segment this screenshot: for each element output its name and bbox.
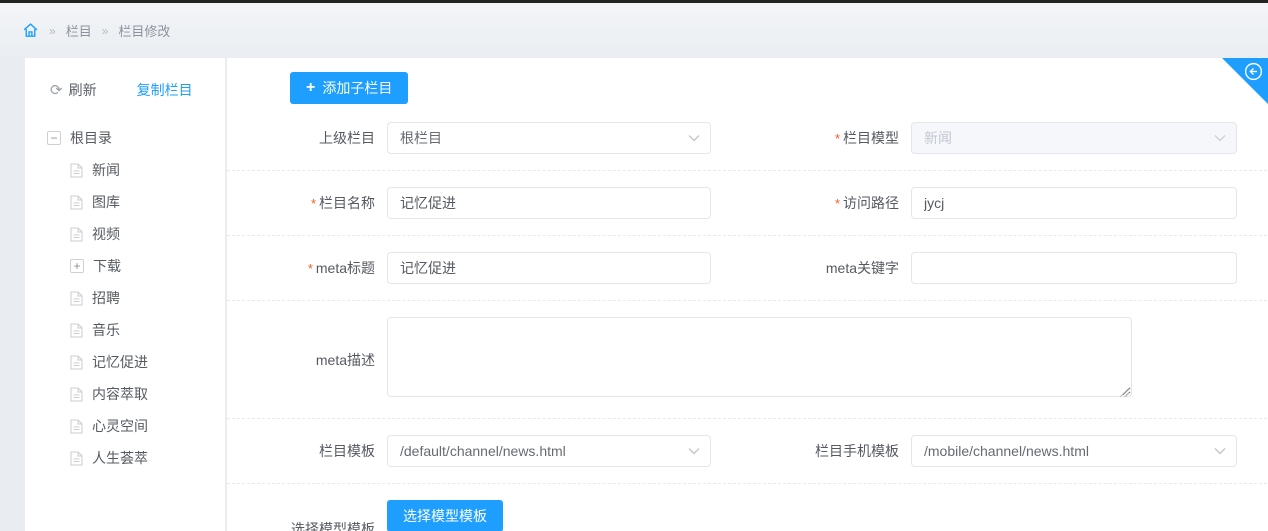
tree-item-label: 图库 — [92, 194, 120, 210]
tree-item-download[interactable]: + 下载 — [47, 250, 225, 282]
column-model-select-disabled: 新闻 — [911, 122, 1237, 154]
home-icon[interactable] — [22, 22, 39, 39]
collapse-left-arrow-icon[interactable] — [1243, 61, 1264, 87]
document-icon — [70, 451, 83, 466]
document-icon — [70, 163, 83, 178]
document-icon — [70, 323, 83, 338]
collapse-minus-icon[interactable]: − — [47, 131, 61, 145]
mobile-template-value: /mobile/channel/news.html — [924, 443, 1089, 459]
column-template-label: 栏目模板 — [319, 443, 375, 459]
tree-item-content[interactable]: 内容萃取 — [47, 378, 225, 410]
tree-item-label: 新闻 — [92, 162, 120, 178]
parent-column-label: 上级栏目 — [319, 130, 375, 146]
document-icon — [70, 227, 83, 242]
column-tree: − 根目录 新闻 图库 视频 + 下载 招聘 音乐 记忆促进 内容萃取 心灵空间… — [25, 106, 225, 474]
tree-item-music[interactable]: 音乐 — [47, 314, 225, 346]
column-edit-form-panel: + 添加子栏目 上级栏目 根栏目 * 栏目模型 新闻 * 栏目名称 记忆促进 *… — [227, 58, 1268, 531]
add-child-column-button[interactable]: + 添加子栏目 — [290, 72, 409, 104]
meta-description-textarea[interactable] — [387, 317, 1132, 397]
tree-item-life[interactable]: 人生荟萃 — [47, 442, 225, 474]
tree-item-label: 视频 — [92, 226, 120, 242]
breadcrumb-item-column-edit[interactable]: 栏目修改 — [118, 21, 170, 40]
model-template-label: 选择模型模板 — [291, 521, 375, 531]
tree-item-label: 招聘 — [92, 290, 120, 306]
access-path-label: * 访问路径 — [834, 195, 899, 211]
column-model-label: * 栏目模型 — [834, 130, 899, 146]
required-mark: * — [307, 261, 313, 276]
breadcrumb: » 栏目 » 栏目修改 — [0, 3, 1268, 58]
copy-column-button[interactable]: 复制栏目 — [137, 80, 193, 100]
add-child-column-label: 添加子栏目 — [322, 80, 393, 96]
tree-item-label: 记忆促进 — [92, 354, 148, 370]
required-mark: * — [310, 196, 316, 211]
document-icon — [70, 419, 83, 434]
tree-item-news[interactable]: 新闻 — [47, 154, 225, 186]
tree-item-label: 内容萃取 — [92, 386, 148, 402]
breadcrumb-item-column[interactable]: 栏目 — [66, 21, 92, 40]
tree-item-label: 音乐 — [92, 322, 120, 338]
meta-keywords-input[interactable] — [911, 252, 1237, 284]
column-tree-sidebar: ⟳ 刷新 复制栏目 − 根目录 新闻 图库 视频 + 下载 招聘 音乐 记忆促进… — [25, 58, 225, 531]
tree-item-label: 人生荟萃 — [92, 450, 148, 466]
tree-item-memory[interactable]: 记忆促进 — [47, 346, 225, 378]
parent-column-select[interactable]: 根栏目 — [387, 122, 711, 154]
chevron-down-icon — [1214, 447, 1226, 455]
expand-plus-icon[interactable]: + — [70, 259, 84, 273]
document-icon — [70, 195, 83, 210]
tree-item-video[interactable]: 视频 — [47, 218, 225, 250]
tree-item-gallery[interactable]: 图库 — [47, 186, 225, 218]
meta-description-label: meta描述 — [315, 351, 375, 368]
refresh-button[interactable]: ⟳ 刷新 — [50, 80, 97, 100]
plus-icon: + — [306, 79, 316, 96]
chevron-down-icon — [688, 447, 700, 455]
meta-title-label: * meta标题 — [307, 260, 375, 276]
column-template-value: /default/channel/news.html — [400, 443, 566, 459]
breadcrumb-separator: » — [49, 23, 56, 38]
column-name-input[interactable] — [387, 187, 711, 219]
tree-item-label: 下载 — [93, 258, 121, 274]
required-mark: * — [834, 131, 840, 146]
tree-item-label: 心灵空间 — [92, 418, 148, 434]
parent-column-value: 根栏目 — [400, 130, 442, 146]
document-icon — [70, 355, 83, 370]
mobile-template-select[interactable]: /mobile/channel/news.html — [911, 435, 1237, 467]
refresh-icon: ⟳ — [50, 82, 63, 99]
breadcrumb-separator: » — [101, 23, 109, 38]
tree-item-root[interactable]: − 根目录 — [47, 122, 225, 154]
access-path-input[interactable] — [911, 187, 1237, 219]
document-icon — [70, 387, 83, 402]
document-icon — [70, 291, 83, 306]
mobile-template-label: 栏目手机模板 — [815, 443, 899, 459]
chevron-down-icon — [688, 134, 700, 142]
tree-item-soul[interactable]: 心灵空间 — [47, 410, 225, 442]
column-name-label: * 栏目名称 — [310, 195, 375, 211]
refresh-label: 刷新 — [68, 82, 97, 98]
select-model-template-button[interactable]: 选择模型模板 — [387, 500, 503, 531]
tree-item-label: 根目录 — [70, 130, 112, 146]
tree-item-recruit[interactable]: 招聘 — [47, 282, 225, 314]
meta-title-input[interactable] — [387, 252, 711, 284]
meta-keywords-label: meta关键字 — [825, 260, 899, 276]
column-template-select[interactable]: /default/channel/news.html — [387, 435, 711, 467]
required-mark: * — [834, 196, 840, 211]
chevron-down-icon — [1214, 134, 1226, 142]
column-model-value: 新闻 — [924, 130, 952, 146]
